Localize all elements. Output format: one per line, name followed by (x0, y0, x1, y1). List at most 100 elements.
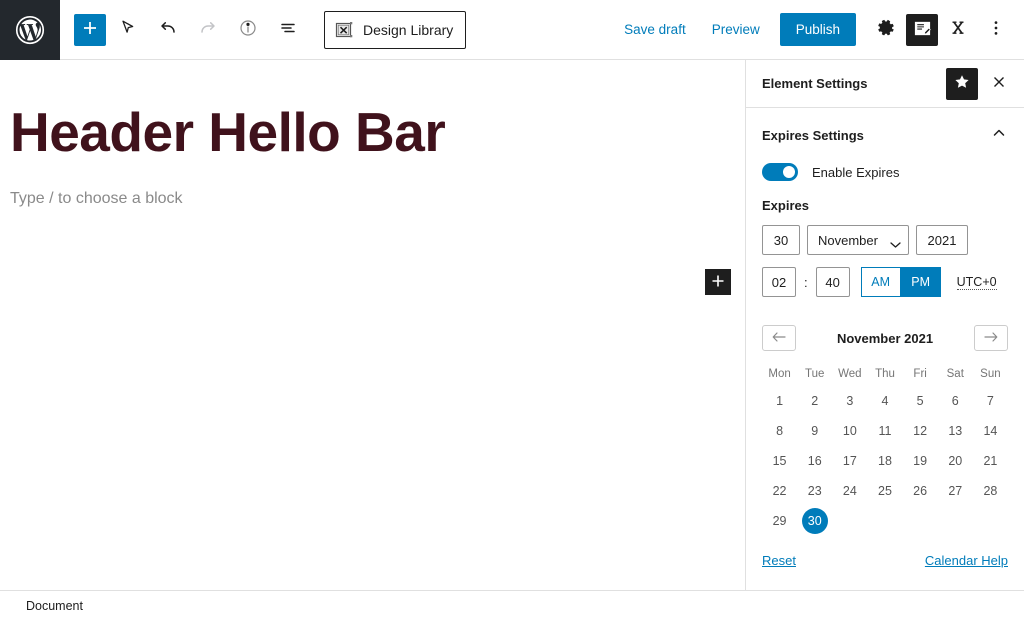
undo-button[interactable] (150, 12, 186, 48)
block-settings-button[interactable] (906, 13, 938, 46)
pm-button[interactable]: PM (900, 267, 941, 297)
editor-canvas: Header Hello Bar Type / to choose a bloc… (0, 60, 746, 590)
calendar-day[interactable]: 1 (762, 386, 797, 416)
calendar-day[interactable]: 27 (938, 476, 973, 506)
list-view-icon (278, 18, 298, 41)
calendar-day[interactable]: 12 (903, 416, 938, 446)
calendar-day-number: 6 (951, 394, 959, 408)
calendar-day-number: 1 (776, 394, 784, 408)
block-editor-icon (913, 19, 932, 41)
preview-button[interactable]: Preview (700, 14, 772, 45)
expires-hour-input[interactable] (762, 267, 796, 297)
calendar-day-selected[interactable]: 30 (797, 506, 832, 536)
calendar-day[interactable]: 2 (797, 386, 832, 416)
panel-title: Expires Settings (762, 128, 864, 143)
calendar-day[interactable]: 20 (938, 446, 973, 476)
details-button[interactable] (230, 12, 266, 48)
post-title[interactable]: Header Hello Bar (0, 60, 745, 163)
calendar-day-number: 16 (807, 454, 822, 468)
document-breadcrumb[interactable]: Document (0, 599, 83, 613)
inline-add-block-button[interactable] (705, 269, 731, 295)
expires-month-select[interactable]: JanuaryFebruaryMarchAprilMayJuneJulyAugu… (807, 225, 909, 255)
kebab-menu-icon (986, 18, 1006, 41)
redo-arrow-icon (198, 18, 218, 41)
calendar-day-number: 11 (878, 424, 892, 438)
calendar-day[interactable]: 9 (797, 416, 832, 446)
calendar-day[interactable]: 22 (762, 476, 797, 506)
redo-button[interactable] (190, 12, 226, 48)
calendar-help-link[interactable]: Calendar Help (925, 553, 1008, 568)
calendar-day-number: 25 (878, 484, 892, 498)
tools-select-button[interactable] (110, 12, 146, 48)
calendar-header: November 2021 (762, 325, 1008, 351)
calendar-day[interactable]: 29 (762, 506, 797, 536)
plugin-button[interactable] (940, 12, 976, 48)
settings-button[interactable] (868, 12, 904, 48)
block-placeholder[interactable]: Type / to choose a block (0, 163, 745, 208)
calendar-day[interactable]: 10 (832, 416, 867, 446)
design-library-button[interactable]: Design Library (324, 10, 467, 49)
calendar-day[interactable]: 14 (973, 416, 1008, 446)
calendar-day[interactable]: 13 (938, 416, 973, 446)
calendar-day[interactable]: 26 (903, 476, 938, 506)
timezone-label[interactable]: UTC+0 (956, 275, 997, 290)
calendar-day[interactable]: 5 (903, 386, 938, 416)
expires-minute-input[interactable] (815, 267, 850, 297)
calendar-day[interactable]: 16 (797, 446, 832, 476)
calendar-day-number: 21 (983, 454, 998, 468)
calendar-day-number: 27 (948, 484, 963, 498)
calendar-next-month-button[interactable] (974, 325, 1008, 351)
info-circle-icon (238, 18, 258, 41)
calendar-day[interactable]: 23 (797, 476, 832, 506)
enable-expires-toggle[interactable] (762, 163, 798, 181)
wordpress-logo-button[interactable] (0, 0, 60, 60)
wordpress-block-editor: Design Library Save draft Preview Publis… (0, 0, 1024, 621)
enable-expires-label: Enable Expires (812, 164, 900, 180)
expires-time-row: : AM PM UTC+0 (746, 255, 1024, 297)
calendar-day[interactable]: 7 (973, 386, 1008, 416)
expires-settings-panel-header[interactable]: Expires Settings (746, 108, 1024, 159)
calendar-day[interactable]: 21 (973, 446, 1008, 476)
calendar-day-number: 20 (948, 454, 963, 468)
calendar-day-number: 17 (842, 454, 857, 468)
calendar-day[interactable]: 11 (867, 416, 902, 446)
list-view-button[interactable] (270, 12, 306, 48)
toolbar-left-group: Design Library (60, 10, 467, 49)
expires-date-row: JanuaryFebruaryMarchAprilMayJuneJulyAugu… (746, 213, 1024, 255)
calendar-day[interactable]: 19 (903, 446, 938, 476)
calendar-day-number: 15 (772, 454, 787, 468)
close-icon (991, 74, 1007, 93)
calendar-day[interactable]: 4 (867, 386, 902, 416)
calendar-day[interactable]: 28 (973, 476, 1008, 506)
editor-bottom-bar: Document (0, 590, 1024, 621)
calendar-day-number: 4 (881, 394, 889, 408)
calendar-day[interactable]: 6 (938, 386, 973, 416)
calendar-prev-month-button[interactable] (762, 325, 796, 351)
calendar-day-number: 12 (913, 424, 928, 438)
calendar-day-grid: 1 2 3 4 5 6 7 8 9 10 11 12 13 14 15 16 17 18 19 20 21 22 23 24 2… (762, 386, 1008, 536)
calendar-day[interactable]: 25 (867, 476, 902, 506)
calendar-day[interactable]: 3 (832, 386, 867, 416)
calendar-day-number: 24 (842, 484, 857, 498)
calendar-weekday: Mon (768, 368, 791, 380)
am-button[interactable]: AM (860, 267, 901, 297)
cursor-arrow-icon (118, 18, 138, 41)
calendar-day[interactable]: 8 (762, 416, 797, 446)
expires-month-select-wrapper: JanuaryFebruaryMarchAprilMayJuneJulyAugu… (807, 225, 909, 255)
add-block-button[interactable] (74, 13, 106, 46)
expires-day-input[interactable] (762, 225, 800, 255)
calendar-day[interactable]: 24 (832, 476, 867, 506)
calendar-day[interactable]: 17 (832, 446, 867, 476)
pin-sidebar-button[interactable] (946, 67, 978, 100)
publish-button[interactable]: Publish (779, 13, 856, 46)
expires-year-input[interactable] (916, 225, 968, 255)
close-sidebar-button[interactable] (984, 69, 1014, 99)
save-draft-button[interactable]: Save draft (612, 14, 698, 45)
calendar-day-number: 2 (811, 394, 819, 408)
more-options-button[interactable] (978, 12, 1014, 48)
calendar-day-number: 14 (983, 424, 998, 438)
calendar-reset-link[interactable]: Reset (762, 553, 796, 568)
calendar-day[interactable]: 18 (867, 446, 902, 476)
sidebar-header: Element Settings (746, 60, 1024, 108)
calendar-day[interactable]: 15 (762, 446, 797, 476)
